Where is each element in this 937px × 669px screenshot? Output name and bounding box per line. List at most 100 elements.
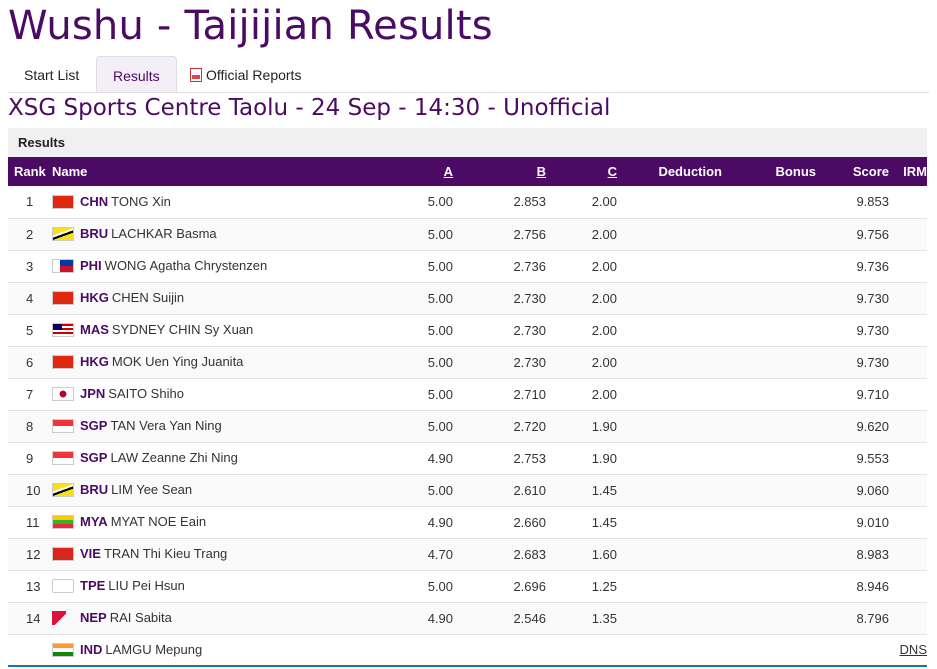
athlete-name-link[interactable]: LIU Pei Hsun xyxy=(108,578,185,593)
tab-results[interactable]: Results xyxy=(96,56,177,92)
cell-irm xyxy=(889,346,927,378)
cell-rank: 14 xyxy=(26,610,41,626)
cell-irm xyxy=(889,282,927,314)
noc-code-link[interactable]: BRU xyxy=(80,482,108,497)
flag-tpe-icon xyxy=(52,578,74,593)
cell-name: JPN SAITO Shiho xyxy=(52,378,361,410)
noc-code-link[interactable]: SGP xyxy=(80,450,107,465)
header-irm[interactable]: IRM xyxy=(889,157,927,186)
cell-b: 2.720 xyxy=(513,418,546,434)
cell-c: 1.60 xyxy=(591,546,617,562)
header-a[interactable]: A xyxy=(361,157,453,186)
cell-score: 8.946 xyxy=(856,578,889,594)
athlete-name-link[interactable]: TAN Vera Yan Ning xyxy=(110,418,221,433)
cell-deduction xyxy=(617,474,722,506)
cell-score: 9.730 xyxy=(856,354,889,370)
athlete-name-link[interactable]: SYDNEY CHIN Sy Xuan xyxy=(112,322,253,337)
athlete-name-link[interactable]: LIM Yee Sean xyxy=(111,482,192,497)
cell-score: 9.756 xyxy=(856,226,889,242)
cell-rank: 7 xyxy=(26,386,34,402)
cell-c: 1.90 xyxy=(591,450,617,466)
cell-a: 4.70 xyxy=(427,546,453,562)
session-heading: XSG Sports Centre Taolu - 24 Sep - 14:30… xyxy=(8,95,611,121)
cell-rank: 5 xyxy=(26,322,34,338)
cell-deduction xyxy=(617,506,722,538)
athlete-name-link[interactable]: LACHKAR Basma xyxy=(111,226,216,241)
athlete-name-link[interactable]: LAMGU Mepung xyxy=(105,642,202,657)
noc-code-link[interactable]: VIE xyxy=(80,546,101,561)
flag-mya-icon xyxy=(52,514,74,529)
athlete-name-link[interactable]: MOK Uen Ying Juanita xyxy=(112,354,244,369)
noc-code-link[interactable]: IND xyxy=(80,642,102,657)
flag-chn-icon xyxy=(52,194,74,209)
cell-deduction xyxy=(617,570,722,602)
noc-code-link[interactable]: MAS xyxy=(80,322,109,337)
table-row: 2 BRU LACHKAR Basma 5.00 2.756 2.00 9.756 xyxy=(8,218,927,250)
noc-code-link[interactable]: CHN xyxy=(80,194,108,209)
cell-bonus xyxy=(722,506,816,538)
noc-code-link[interactable]: HKG xyxy=(80,290,109,305)
noc-code-link[interactable]: PHI xyxy=(80,258,102,273)
athlete-name-link[interactable]: TONG Xin xyxy=(111,194,171,209)
noc-code-link[interactable]: JPN xyxy=(80,386,105,401)
cell-c: 2.00 xyxy=(591,194,617,210)
athlete-name-link[interactable]: CHEN Suijin xyxy=(112,290,184,305)
cell-bonus xyxy=(722,346,816,378)
cell-deduction xyxy=(617,378,722,410)
cell-b: 2.756 xyxy=(513,226,546,242)
noc-code-link[interactable]: TPE xyxy=(80,578,105,593)
table-row: 4 HKG CHEN Suijin 5.00 2.730 2.00 9.730 xyxy=(8,282,927,314)
cell-rank: 11 xyxy=(26,514,40,530)
cell-irm[interactable]: DNS xyxy=(889,634,927,666)
tab-official-reports[interactable]: Official Reports xyxy=(174,56,317,92)
cell-rank: 12 xyxy=(26,546,41,562)
cell-a: 5.00 xyxy=(427,482,453,498)
header-rank[interactable]: Rank xyxy=(8,157,52,186)
cell-a: 5.00 xyxy=(427,290,453,306)
cell-b xyxy=(453,634,546,666)
noc-code-link[interactable]: BRU xyxy=(80,226,108,241)
header-c[interactable]: C xyxy=(546,157,617,186)
results-table: Rank Name A B C Deduction Bonus Score IR… xyxy=(8,157,927,667)
cell-b: 2.696 xyxy=(513,578,546,594)
header-deduction[interactable]: Deduction xyxy=(617,157,722,186)
header-name[interactable]: Name xyxy=(52,157,361,186)
cell-deduction xyxy=(617,186,722,218)
athlete-name-link[interactable]: LAW Zeanne Zhi Ning xyxy=(110,450,237,465)
cell-bonus xyxy=(722,250,816,282)
tab-start-list[interactable]: Start List xyxy=(8,56,95,92)
cell-rank: 6 xyxy=(26,354,34,370)
cell-b: 2.546 xyxy=(513,610,546,626)
page-title: Wushu - Taijijian Results xyxy=(8,3,493,49)
cell-b: 2.730 xyxy=(513,290,546,306)
cell-a: 5.00 xyxy=(427,418,453,434)
table-row: 9 SGP LAW Zeanne Zhi Ning 4.90 2.753 1.90 9.55… xyxy=(8,442,927,474)
table-row: 7 JPN SAITO Shiho 5.00 2.710 2.00 9.710 xyxy=(8,378,927,410)
cell-c: 2.00 xyxy=(591,258,617,274)
cell-irm xyxy=(889,410,927,442)
cell-irm xyxy=(889,506,927,538)
cell-a: 5.00 xyxy=(427,354,453,370)
cell-a: 5.00 xyxy=(427,386,453,402)
header-score[interactable]: Score xyxy=(816,157,889,186)
athlete-name-link[interactable]: SAITO Shiho xyxy=(108,386,184,401)
athlete-name-link[interactable]: TRAN Thi Kieu Trang xyxy=(104,546,227,561)
cell-score: 9.853 xyxy=(856,194,889,210)
athlete-name-link[interactable]: WONG Agatha Chrystenzen xyxy=(105,258,268,273)
cell-score: 9.730 xyxy=(856,290,889,306)
header-bonus[interactable]: Bonus xyxy=(722,157,816,186)
header-b[interactable]: B xyxy=(453,157,546,186)
cell-c: 1.35 xyxy=(591,610,617,626)
noc-code-link[interactable]: HKG xyxy=(80,354,109,369)
noc-code-link[interactable]: SGP xyxy=(80,418,107,433)
flag-sgp-icon xyxy=(52,450,74,465)
cell-a: 5.00 xyxy=(427,226,453,242)
athlete-name-link[interactable]: MYAT NOE Eain xyxy=(111,514,206,529)
athlete-name-link[interactable]: RAI Sabita xyxy=(110,610,172,625)
cell-b: 2.683 xyxy=(513,546,546,562)
cell-a: 5.00 xyxy=(427,194,453,210)
noc-code-link[interactable]: NEP xyxy=(80,610,107,625)
noc-code-link[interactable]: MYA xyxy=(80,514,108,529)
table-row: 12 VIE TRAN Thi Kieu Trang 4.70 2.683 1.60 8.9… xyxy=(8,538,927,570)
tab-official-reports-label: Official Reports xyxy=(206,67,302,83)
